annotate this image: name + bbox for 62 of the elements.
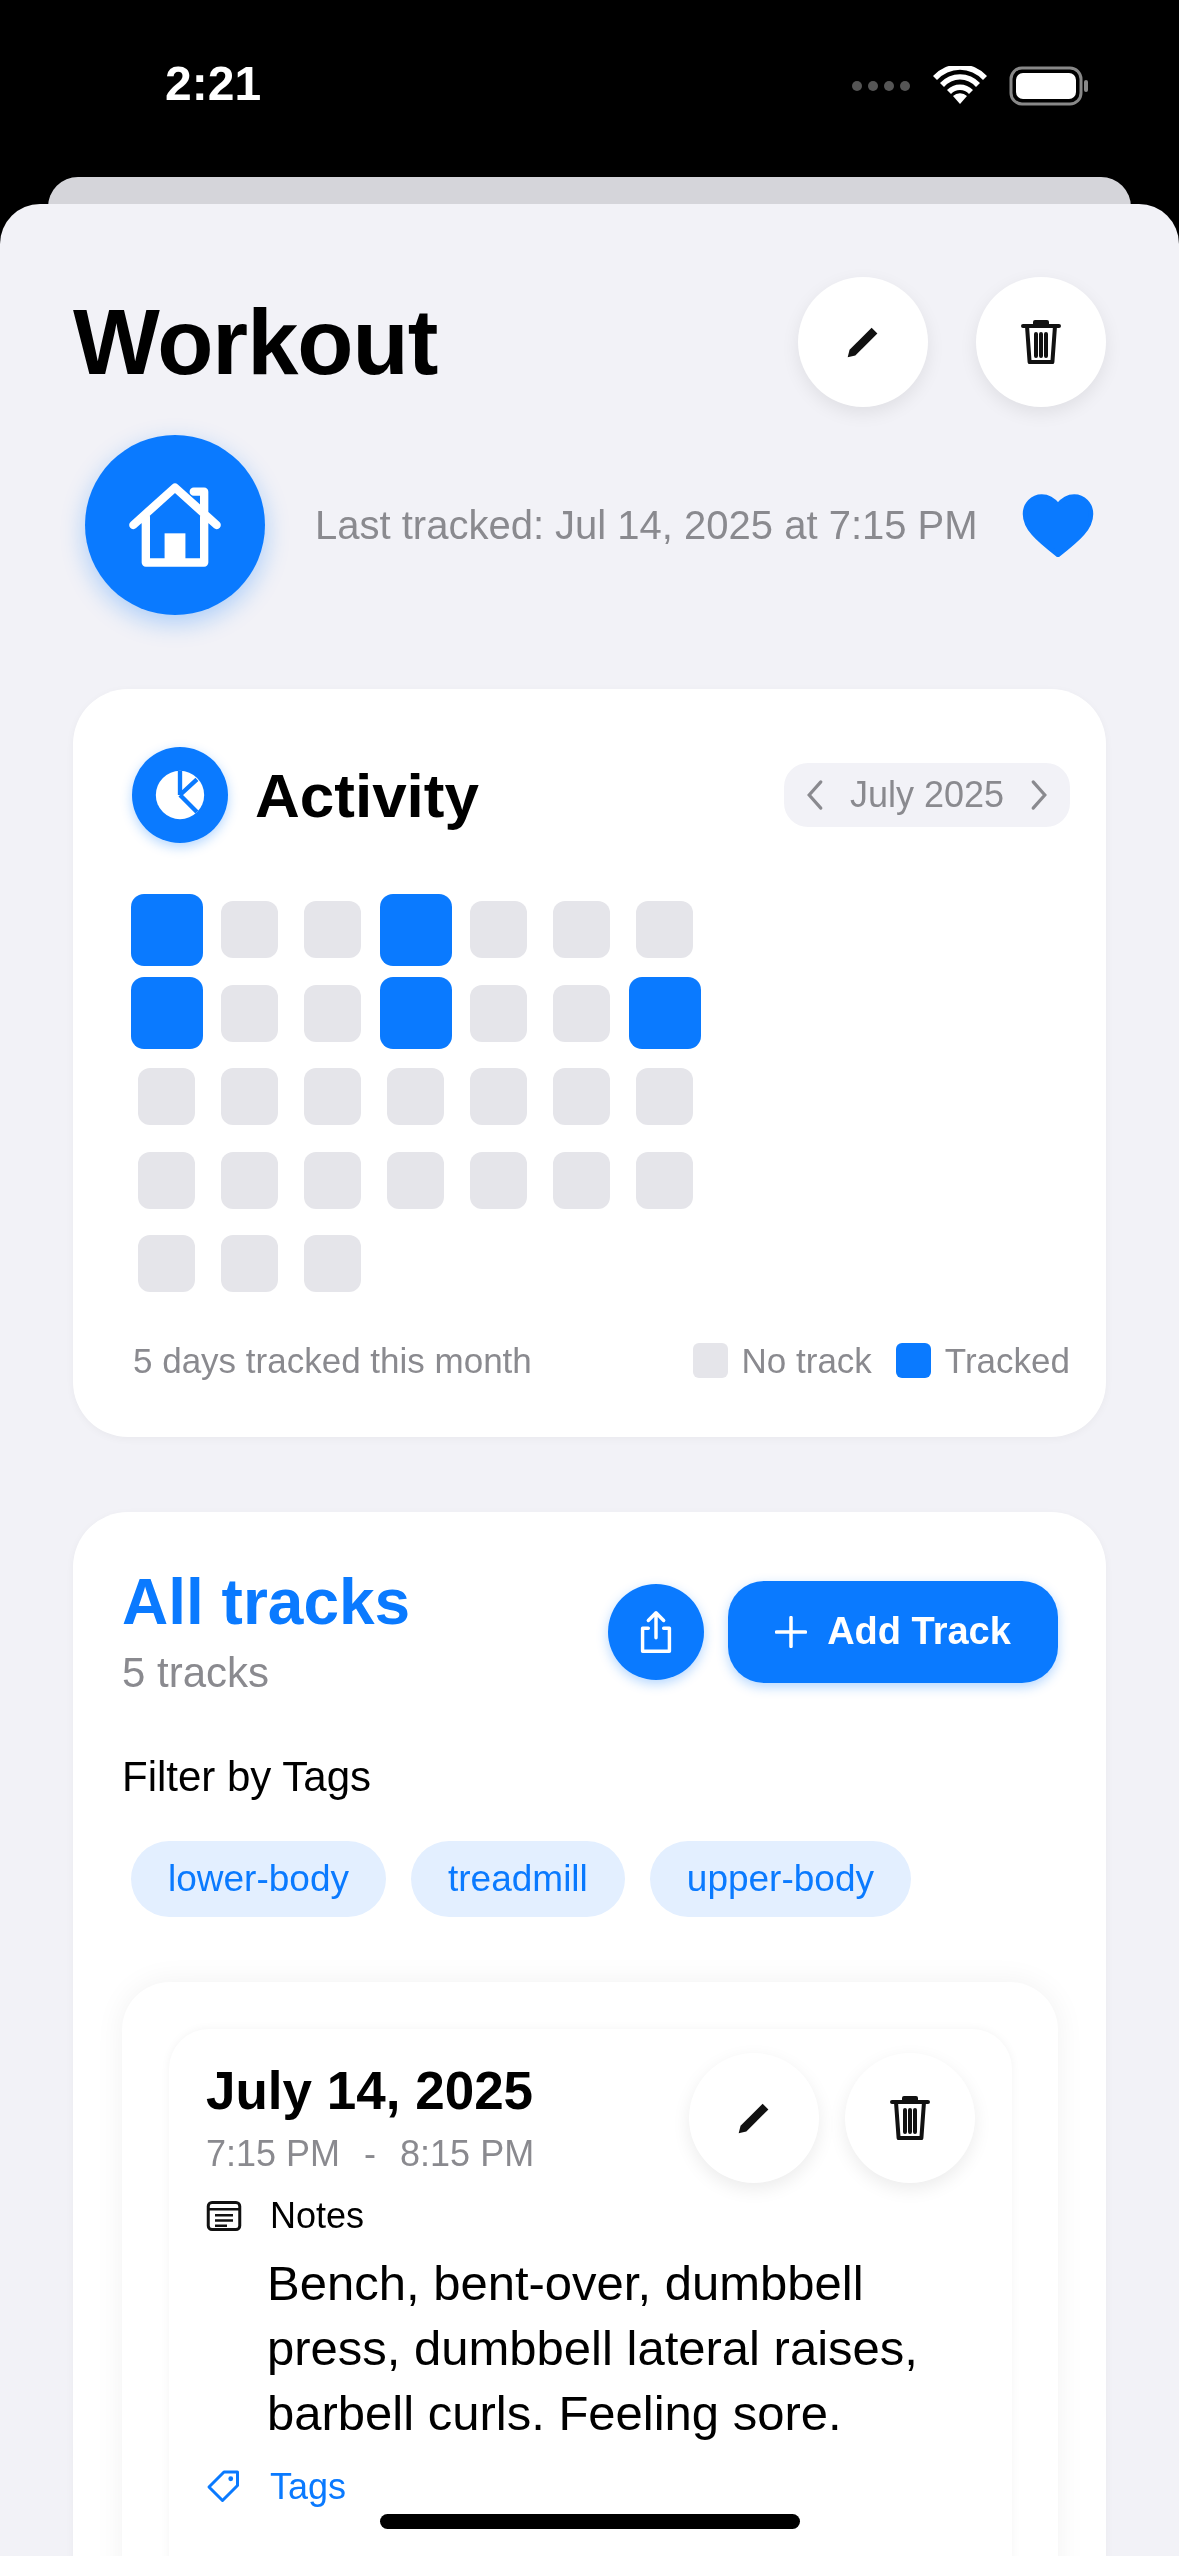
day-cell[interactable] — [553, 984, 610, 1042]
plus-icon — [775, 1615, 808, 1648]
day-cell[interactable] — [553, 1151, 610, 1209]
day-cell[interactable] — [304, 901, 361, 959]
day-cell[interactable] — [470, 1068, 527, 1126]
day-cell[interactable] — [221, 1235, 278, 1293]
day-cell[interactable] — [304, 984, 361, 1042]
day-cell[interactable] — [138, 1068, 195, 1126]
day-cell[interactable] — [379, 893, 452, 966]
add-track-button[interactable]: Add Track — [728, 1580, 1058, 1683]
notes-icon — [206, 2199, 242, 2232]
battery-icon — [1009, 66, 1089, 106]
signal-icon — [851, 80, 911, 92]
notes-text: Bench, bent-over, dumbbell press, dumbbell lateral raises, barbell curls. Feeling sore. — [267, 2254, 919, 2442]
track-count: 5 tracks — [122, 1648, 271, 1697]
end-time: 8:15 PM — [400, 2133, 535, 2175]
tag-chip[interactable]: treadmill — [411, 1840, 625, 1917]
day-cell[interactable] — [304, 1235, 361, 1293]
legend-label: Tracked — [944, 1340, 1070, 1381]
tag-icon — [206, 2468, 242, 2505]
wifi-icon — [933, 66, 987, 106]
chevron-right-icon — [1030, 779, 1048, 811]
day-cell[interactable] — [470, 1151, 527, 1209]
day-cell[interactable] — [304, 1068, 361, 1126]
status-time: 2:21 — [165, 56, 262, 111]
notes-label: Notes — [270, 2194, 365, 2237]
tags-label[interactable]: Tags — [270, 2465, 347, 2508]
day-cell[interactable] — [221, 901, 278, 959]
day-cell[interactable] — [138, 1151, 195, 1209]
share-button[interactable] — [608, 1583, 704, 1680]
track-date: July 14, 2025 — [206, 2060, 535, 2121]
card-title: Activity — [255, 759, 480, 831]
start-time: 7:15 PM — [206, 2133, 341, 2175]
page-title: Workout — [73, 289, 439, 395]
legend-label: No track — [741, 1340, 872, 1381]
last-tracked-text: Last tracked: Jul 14, 2025 at 7:15 PM — [315, 502, 979, 549]
day-cell[interactable] — [138, 1235, 195, 1293]
day-cell[interactable] — [636, 1068, 693, 1126]
day-cell[interactable] — [379, 977, 452, 1050]
summary-text: 5 days tracked this month — [133, 1340, 533, 1381]
day-cell[interactable] — [221, 984, 278, 1042]
day-cell[interactable] — [221, 1068, 278, 1126]
month-picker[interactable]: July 2025 — [783, 763, 1070, 827]
day-cell[interactable] — [470, 901, 527, 959]
day-cell[interactable] — [130, 893, 203, 966]
day-cell[interactable] — [387, 1151, 444, 1209]
day-cell[interactable] — [387, 1068, 444, 1126]
filter-label: Filter by Tags — [122, 1752, 372, 1801]
day-cell[interactable] — [304, 1151, 361, 1209]
day-cell[interactable] — [221, 1151, 278, 1209]
day-cell[interactable] — [553, 1068, 610, 1126]
day-cell[interactable] — [636, 1151, 693, 1209]
day-cell[interactable] — [636, 901, 693, 959]
day-cell[interactable] — [130, 977, 203, 1050]
section-title: All tracks — [122, 1566, 412, 1637]
day-cell[interactable] — [553, 901, 610, 959]
time-separator: - — [364, 2133, 377, 2175]
day-cell[interactable] — [628, 977, 701, 1050]
tag-chip[interactable]: upper-body — [649, 1840, 911, 1917]
day-cell[interactable] — [470, 984, 527, 1042]
tag-chip[interactable]: lower-body — [131, 1840, 386, 1917]
chevron-left-icon — [805, 779, 824, 811]
